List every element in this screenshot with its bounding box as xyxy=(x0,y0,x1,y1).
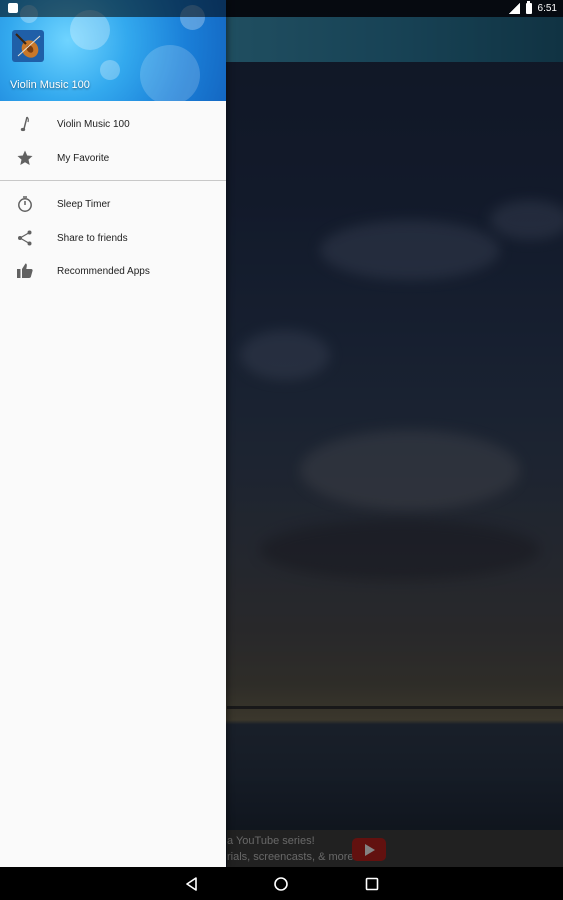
violin-logo-icon xyxy=(12,30,44,62)
menu-item-label: Violin Music 100 xyxy=(57,118,130,130)
thumb-up-icon xyxy=(17,263,33,278)
recents-icon[interactable] xyxy=(363,875,381,893)
notification-icon xyxy=(8,3,18,13)
timer-icon xyxy=(18,196,32,212)
signal-icon xyxy=(508,3,520,14)
menu-divider xyxy=(0,180,226,181)
bokeh-dot xyxy=(100,60,120,80)
status-bar: 6:51 xyxy=(0,0,563,17)
menu-item-share[interactable]: Share to friends xyxy=(0,221,226,255)
navigation-drawer: Violin Music 100 Violin Music 100 My Fav… xyxy=(0,0,226,867)
status-time: 6:51 xyxy=(537,3,557,14)
menu-item-recommended-apps[interactable]: Recommended Apps xyxy=(0,254,226,288)
back-icon[interactable] xyxy=(183,875,201,893)
menu-item-violin-music[interactable]: Violin Music 100 xyxy=(0,107,226,141)
bokeh-dot xyxy=(140,45,200,101)
menu-item-sleep-timer[interactable]: Sleep Timer xyxy=(0,187,226,221)
menu-item-label: Share to friends xyxy=(57,232,128,244)
music-note-icon xyxy=(20,116,29,132)
system-nav-bar xyxy=(0,867,563,900)
home-icon[interactable] xyxy=(272,875,290,893)
menu-item-label: Sleep Timer xyxy=(57,198,111,210)
menu-item-label: Recommended Apps xyxy=(57,265,150,277)
menu-item-label: My Favorite xyxy=(57,152,110,164)
drawer-header-title: Violin Music 100 xyxy=(10,79,90,91)
battery-icon xyxy=(525,1,532,14)
star-icon xyxy=(17,150,33,165)
menu-item-my-favorite[interactable]: My Favorite xyxy=(0,141,226,175)
share-icon xyxy=(18,230,32,246)
